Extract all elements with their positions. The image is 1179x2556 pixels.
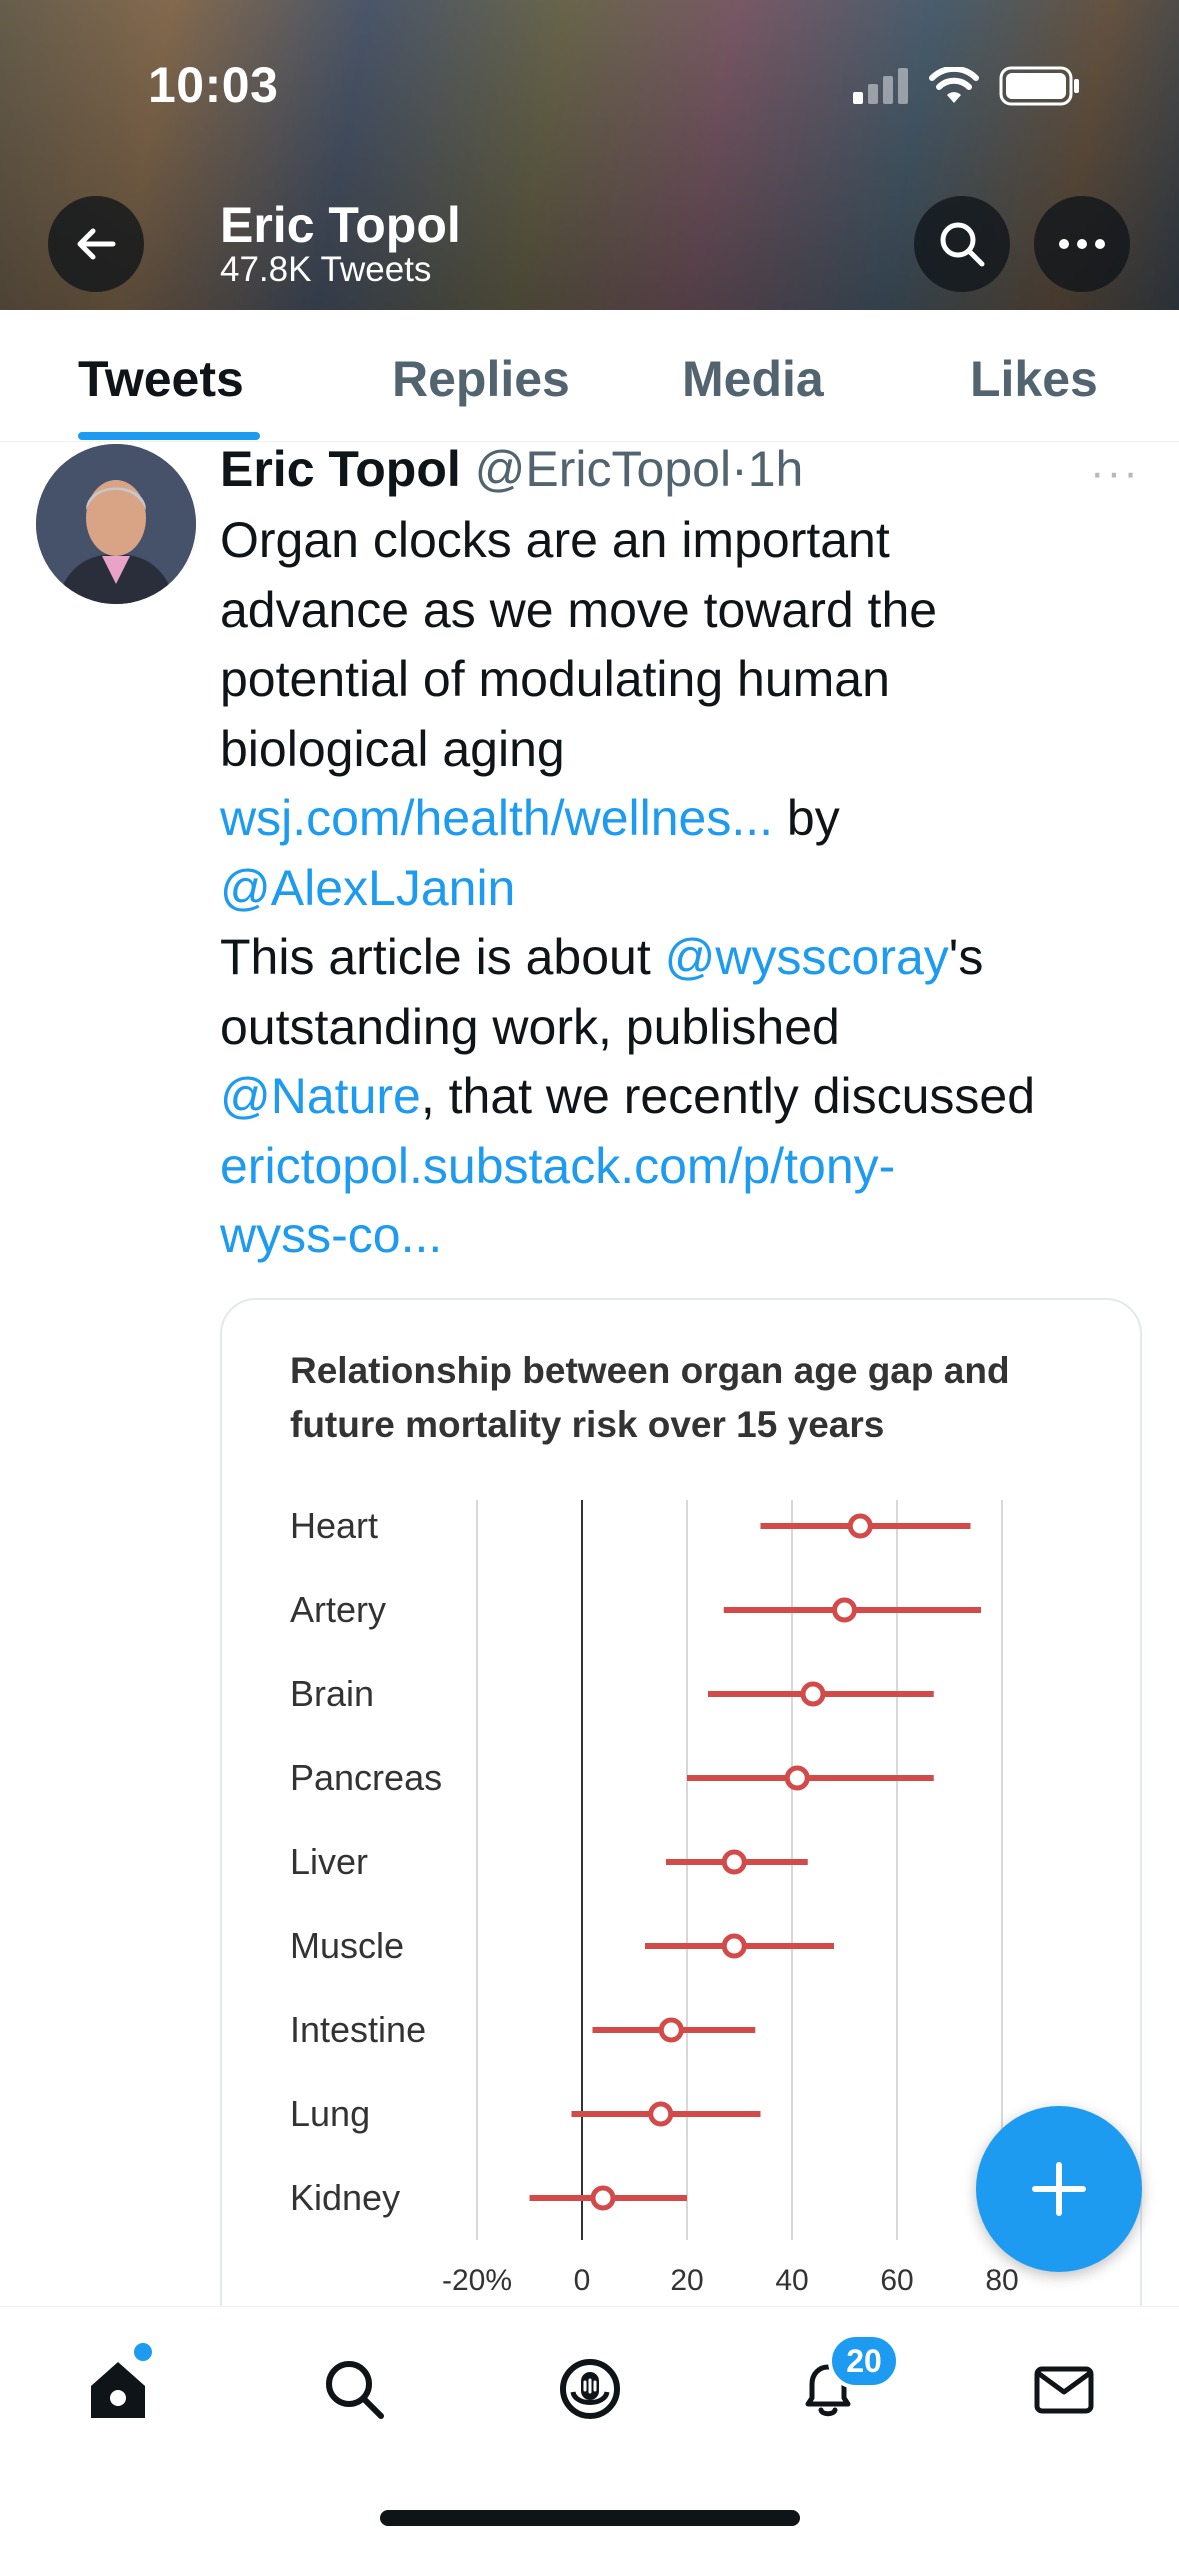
tab-replies[interactable]: Replies	[392, 350, 570, 408]
tweet-more-button[interactable]: ···	[1090, 448, 1140, 498]
mention-alexljanin[interactable]: @AlexLJanin	[220, 860, 515, 916]
point-estimate	[832, 1597, 857, 1623]
tweet-text: Organ clocks are an important advance as…	[220, 506, 1160, 1271]
active-tab-indicator	[78, 432, 260, 440]
tweet-count: 47.8K Tweets	[220, 250, 432, 289]
nav-messages[interactable]	[1024, 2349, 1104, 2429]
nav-explore[interactable]	[314, 2349, 394, 2429]
point-estimate	[658, 2017, 684, 2043]
x-tick-label: -20%	[442, 2264, 512, 2297]
substack-link-continued[interactable]: wyss-co...	[220, 1201, 1160, 1271]
mention-wysscoray[interactable]: @wysscoray	[665, 929, 949, 985]
explore-search-icon	[326, 2361, 384, 2419]
wsj-link[interactable]: wsj.com/health/wellnes...	[220, 790, 773, 846]
tweet-line: potential of modulating human	[220, 651, 890, 707]
tweet-text-by: by	[773, 790, 840, 846]
point-estimate	[648, 2101, 674, 2127]
author-avatar[interactable]	[36, 444, 196, 604]
category-label: Lung	[290, 2093, 370, 2134]
x-tick-label: 0	[574, 2264, 591, 2297]
tweet-line: Organ clocks are an important	[220, 512, 890, 568]
point-estimate	[784, 1765, 810, 1791]
substack-link[interactable]: erictopol.substack.com/p/tony-	[220, 1132, 1160, 1202]
tweet-line: @AlexLJanin	[220, 854, 1160, 924]
home-unread-dot	[134, 2343, 152, 2361]
tweet-author-line: Eric Topol @EricTopol·1h	[220, 440, 803, 498]
tweet-time[interactable]: 1h	[748, 441, 804, 497]
back-arrow-icon	[77, 228, 116, 260]
notifications-badge: 20	[828, 2333, 900, 2389]
tab-media[interactable]: Media	[682, 350, 824, 408]
category-label: Kidney	[290, 2177, 400, 2218]
profile-tabs: Tweets Replies Media Likes	[0, 310, 1179, 442]
spaces-icon	[560, 2359, 620, 2419]
category-label: Muscle	[290, 1925, 404, 1966]
tweet-author-name[interactable]: Eric Topol	[220, 441, 461, 497]
x-tick-label: 40	[775, 2264, 808, 2297]
more-options-button[interactable]	[1034, 196, 1130, 292]
category-label: Heart	[290, 1505, 378, 1546]
cellular-signal-icon	[853, 68, 908, 104]
avatar-portrait	[36, 444, 196, 604]
nav-home[interactable]	[78, 2349, 158, 2429]
category-label: Intestine	[290, 2009, 426, 2050]
tweet-handle[interactable]: @EricTopol	[475, 441, 731, 497]
point-estimate	[721, 1933, 747, 1959]
search-button[interactable]	[914, 196, 1010, 292]
category-label: Brain	[290, 1673, 374, 1714]
profile-name: Eric Topol	[220, 197, 461, 253]
status-time: 10:03	[148, 57, 279, 113]
compose-tweet-button[interactable]	[976, 2106, 1142, 2272]
tweet-line: This article is about @wysscoray's	[220, 923, 1160, 993]
more-icon	[1059, 239, 1105, 249]
point-estimate	[721, 1849, 747, 1875]
point-estimate	[800, 1681, 826, 1707]
tweet-line: @Nature, that we recently discussed	[220, 1062, 1160, 1132]
point-estimate	[847, 1513, 873, 1539]
compose-plus-icon	[1032, 2162, 1086, 2216]
profile-header-banner: 10:03 Eric Topol 47.8K Tweets	[0, 0, 1179, 310]
nav-spaces[interactable]	[550, 2349, 630, 2429]
x-tick-label: 20	[670, 2264, 703, 2297]
home-indicator	[380, 2510, 800, 2526]
battery-icon	[999, 66, 1079, 106]
back-button[interactable]	[48, 196, 144, 292]
tweet-text-segment: , that we recently discussed	[420, 1068, 1036, 1124]
x-tick-label: 60	[880, 2264, 913, 2297]
x-tick-label: 80	[985, 2264, 1018, 2297]
tweet-line: outstanding work, published	[220, 998, 840, 1055]
home-icon	[91, 2362, 145, 2418]
tweet-line: wsj.com/health/wellnes... by	[220, 784, 1160, 854]
mention-nature[interactable]: @Nature	[220, 1068, 421, 1124]
tab-likes[interactable]: Likes	[970, 350, 1098, 408]
search-icon	[940, 222, 985, 267]
category-label: Pancreas	[290, 1757, 442, 1798]
tweet-text-segment: This article is about	[220, 929, 665, 985]
category-label: Liver	[290, 1841, 368, 1882]
messages-envelope-icon	[1034, 2366, 1094, 2414]
tweet-line: advance as we move toward the	[220, 581, 938, 638]
tweet-text-segment: 's	[948, 929, 984, 985]
category-label: Artery	[290, 1589, 386, 1630]
point-estimate	[590, 2185, 616, 2211]
wifi-icon	[929, 67, 979, 103]
status-icons	[851, 66, 1081, 106]
tweet-separator: ·	[731, 441, 748, 497]
tab-tweets[interactable]: Tweets	[78, 350, 244, 408]
tweet-line: biological aging	[220, 720, 565, 777]
